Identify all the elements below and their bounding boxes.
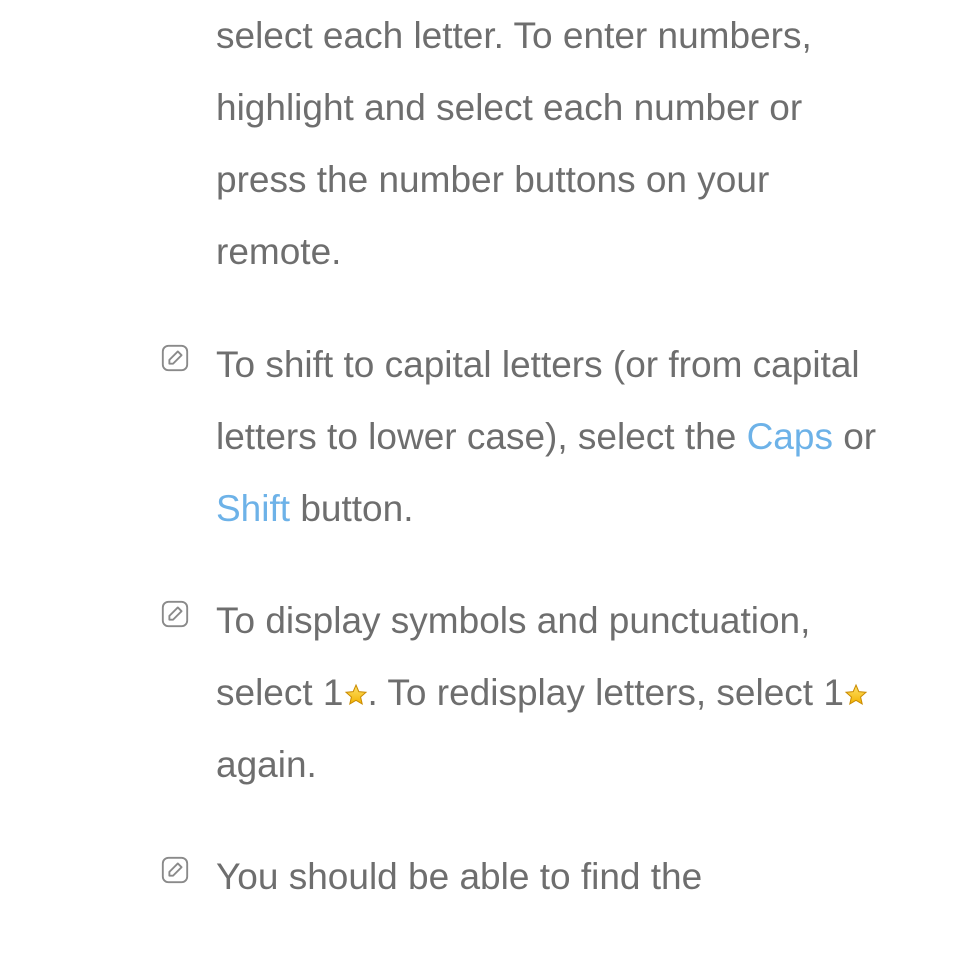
- icon-column: [160, 841, 216, 885]
- item-text: select each letter. To enter numbers, hi…: [216, 0, 894, 289]
- text-fragment: button.: [290, 488, 413, 529]
- text-fragment: You should be able to find the: [216, 856, 702, 897]
- icon-column: [160, 329, 216, 373]
- item-text: To shift to capital letters (or from cap…: [216, 329, 894, 545]
- document-page: select each letter. To enter numbers, hi…: [0, 0, 954, 914]
- note-pencil-icon: [160, 855, 190, 885]
- text-fragment: . To redisplay letters, select 1: [368, 672, 844, 713]
- item-text: To display symbols and punctuation, sele…: [216, 585, 894, 801]
- list-item: select each letter. To enter numbers, hi…: [160, 0, 894, 289]
- item-text: You should be able to find the: [216, 841, 894, 913]
- icon-column: [160, 585, 216, 629]
- text-fragment: or: [833, 416, 876, 457]
- list-item: You should be able to find the: [160, 841, 894, 913]
- star-icon: [844, 683, 868, 707]
- star-icon: [344, 683, 368, 707]
- list-item: To shift to capital letters (or from cap…: [160, 329, 894, 545]
- highlight-shift: Shift: [216, 488, 290, 529]
- text-fragment: select each letter. To enter numbers, hi…: [216, 15, 812, 272]
- text-fragment: again.: [216, 744, 317, 785]
- note-pencil-icon: [160, 599, 190, 629]
- list-item: To display symbols and punctuation, sele…: [160, 585, 894, 801]
- note-pencil-icon: [160, 343, 190, 373]
- icon-column: [160, 0, 216, 14]
- highlight-caps: Caps: [747, 416, 833, 457]
